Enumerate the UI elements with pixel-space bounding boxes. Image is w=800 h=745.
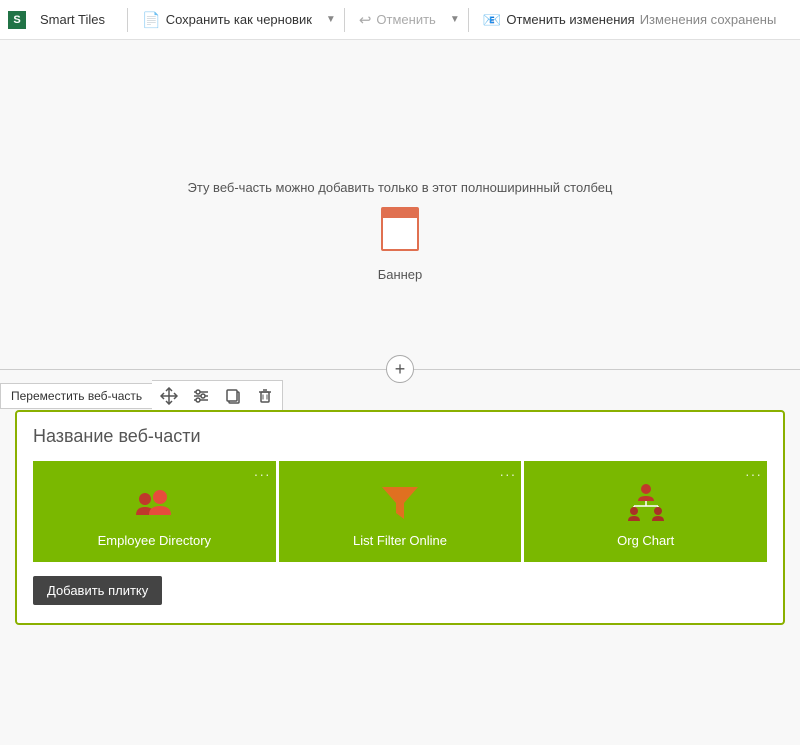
- employee-directory-icon: [130, 479, 178, 527]
- add-tile-button[interactable]: Добавить плитку: [33, 576, 162, 605]
- save-draft-button[interactable]: 📄 Сохранить как черновик: [134, 7, 320, 33]
- main-area: Эту веб-часть можно добавить только в эт…: [0, 40, 800, 745]
- delete-icon[interactable]: [254, 385, 276, 407]
- undo-dropdown-icon[interactable]: ▼: [448, 10, 462, 29]
- tile-list-filter-more[interactable]: ···: [499, 466, 516, 482]
- webpart-toolbar: Переместить веб-часть: [0, 380, 283, 412]
- add-section-button[interactable]: +: [386, 355, 414, 383]
- undo-button[interactable]: ↩ Отменить: [351, 7, 444, 33]
- settings-icon[interactable]: [190, 385, 212, 407]
- fullwidth-notice-text: Эту веб-часть можно добавить только в эт…: [188, 180, 613, 195]
- tile-employee-directory-label: Employee Directory: [98, 533, 211, 548]
- brand-icon: S: [8, 11, 26, 29]
- brand: S Smart Tiles: [8, 8, 113, 31]
- copy-icon[interactable]: [222, 385, 244, 407]
- cancel-changes-area: 📧 Отменить изменения Изменения сохранены: [475, 7, 785, 33]
- webpart-container: Название веб-части ··· Employee Di: [15, 410, 785, 625]
- divider-3: [468, 8, 469, 32]
- org-chart-icon: [622, 479, 670, 527]
- tiles-row: ··· Employee Directory ···: [33, 461, 767, 562]
- save-icon: 📄: [142, 11, 161, 29]
- tile-list-filter[interactable]: ··· List Filter Online: [276, 461, 522, 562]
- tile-employee-directory-more[interactable]: ···: [254, 466, 271, 482]
- divider-2: [344, 8, 345, 32]
- list-filter-icon: [376, 479, 424, 527]
- save-draft-dropdown-icon[interactable]: ▼: [324, 10, 338, 29]
- toolbar: S Smart Tiles 📄 Сохранить как черновик ▼…: [0, 0, 800, 40]
- banner-label: Баннер: [378, 267, 423, 282]
- tile-org-chart-more[interactable]: ···: [745, 466, 762, 482]
- move-webpart-button[interactable]: Переместить веб-часть: [0, 383, 153, 409]
- brand-label[interactable]: Smart Tiles: [32, 8, 113, 31]
- divider-1: [127, 8, 128, 32]
- tile-list-filter-label: List Filter Online: [353, 533, 447, 548]
- webpart-title[interactable]: Название веб-части: [33, 426, 767, 447]
- tile-org-chart[interactable]: ···: [521, 461, 767, 562]
- banner-icon-bar: [383, 209, 417, 218]
- banner-icon: [381, 207, 419, 251]
- move-icon[interactable]: [158, 385, 180, 407]
- webpart-action-icons: [152, 380, 283, 412]
- saved-status: Изменения сохранены: [640, 12, 777, 27]
- fullwidth-notice: Эту веб-часть можно добавить только в эт…: [188, 180, 613, 282]
- tile-org-chart-label: Org Chart: [617, 533, 674, 548]
- cancel-icon: 📧: [483, 11, 502, 29]
- tile-employee-directory[interactable]: ··· Employee Directory: [33, 461, 276, 562]
- undo-icon: ↩: [359, 11, 372, 29]
